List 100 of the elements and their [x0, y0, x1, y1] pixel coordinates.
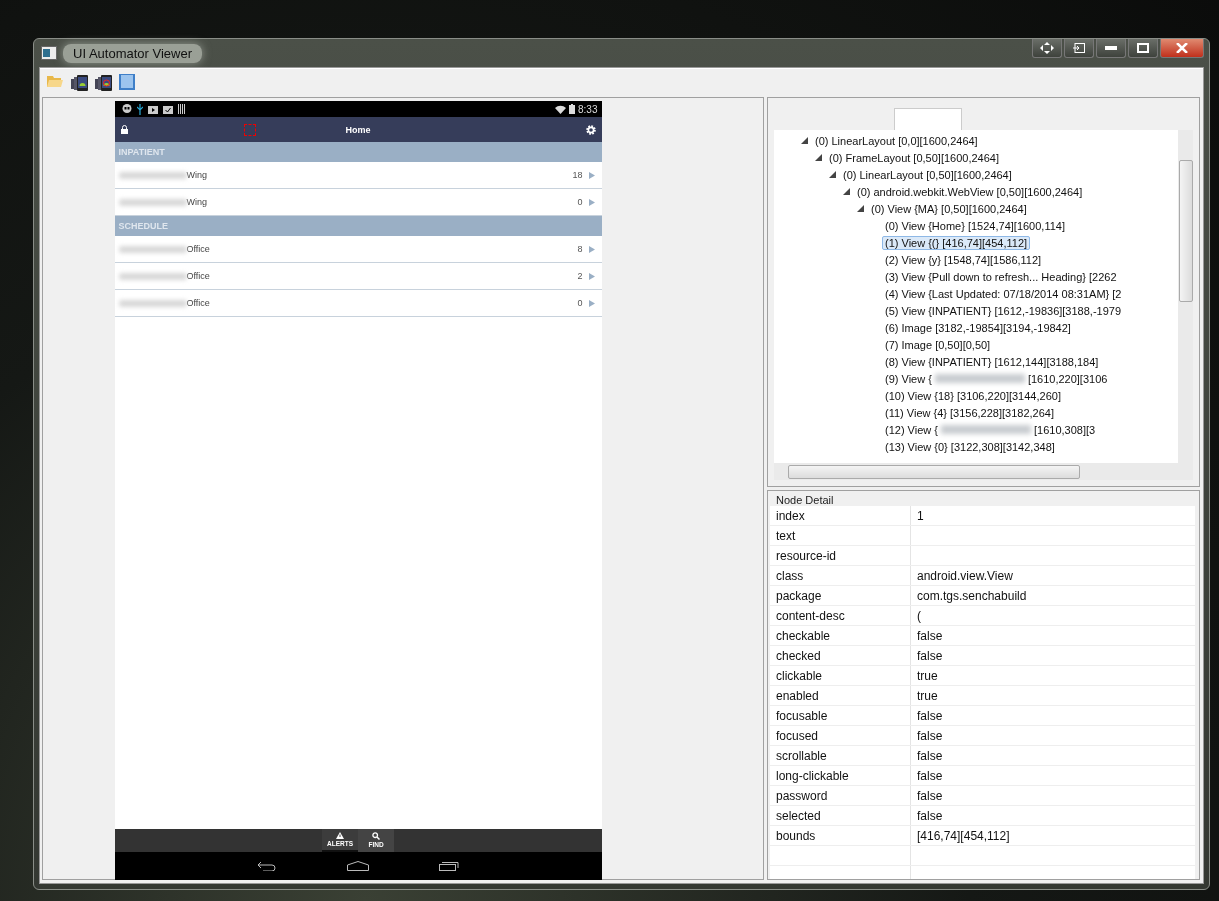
maximize-button[interactable]: [1128, 39, 1158, 58]
chevron-right-icon: [588, 245, 595, 253]
tree-node[interactable]: (13) View {0} [3122,308][3142,348]: [882, 439, 1058, 454]
property-name: focusable: [770, 706, 911, 725]
property-value: false: [916, 747, 944, 765]
row-count: 18: [572, 170, 583, 180]
move-button[interactable]: [1032, 39, 1062, 58]
property-value: android.view.View: [916, 567, 1014, 585]
app-icon: [41, 46, 57, 60]
row-label: Wing: [186, 170, 207, 180]
property-value: true: [916, 687, 939, 705]
home-button[interactable]: [347, 861, 369, 871]
row-count: 8: [577, 244, 583, 254]
phone-android-icon: [71, 74, 89, 92]
close-icon: [1176, 43, 1188, 53]
vertical-scrollbar[interactable]: [1178, 130, 1193, 463]
section-header: INPATIENT: [114, 142, 602, 162]
settings-icon[interactable]: [585, 124, 596, 135]
back-button[interactable]: [257, 861, 277, 871]
expander-icon[interactable]: [856, 205, 864, 212]
phone-android-icon: [95, 74, 113, 92]
property-value: [416,74][454,112]: [916, 827, 1011, 845]
row-count: 0: [577, 197, 583, 207]
barcode-icon: [177, 104, 185, 114]
lock-icon[interactable]: [120, 125, 128, 134]
chevron-right-icon: [588, 171, 595, 179]
property-value: false: [916, 787, 944, 805]
list-row[interactable]: Office 0: [114, 290, 602, 317]
expander-icon[interactable]: [828, 171, 836, 178]
property-value: false: [916, 807, 944, 825]
selection-highlight: [243, 123, 256, 136]
tree-node[interactable]: (9) View { [1610,220][3106: [882, 371, 1111, 386]
tree-node[interactable]: (5) View {INPATIENT} [1612,-19836][3188,-1979: [882, 303, 1125, 318]
property-name: class: [770, 566, 911, 585]
horizontal-scrollbar[interactable]: [774, 463, 1193, 480]
warning-icon: [336, 832, 344, 839]
check-bag-icon: [162, 104, 173, 114]
row-count: 0: [577, 298, 583, 308]
panel-title: Node Detail: [775, 493, 835, 506]
property-name: index: [770, 506, 911, 525]
row-label: Office: [186, 271, 210, 281]
tree-node[interactable]: (1) View {(} [416,74][454,112]: [882, 235, 1031, 250]
property-value: 1: [916, 507, 925, 525]
expander-icon[interactable]: [814, 154, 822, 161]
tree-node[interactable]: (11) View {4} [3156,228][3182,264]: [882, 405, 1057, 420]
property-value: com.tgs.senchabuild: [916, 587, 1028, 605]
property-name: bounds: [770, 826, 911, 845]
property-name: clickable: [770, 666, 911, 685]
tree-node[interactable]: (0) LinearLayout [0,0][1600,2464]: [812, 133, 981, 148]
list-row[interactable]: Office 8: [114, 236, 602, 263]
folder-icon: [47, 74, 63, 87]
chevron-right-icon: [588, 299, 595, 307]
tree-node[interactable]: (3) View {Pull down to refresh... Heading} [2262: [882, 269, 1120, 284]
property-value: false: [916, 767, 944, 785]
tree-node[interactable]: (7) Image [0,50][0,50]: [882, 337, 994, 352]
property-value: false: [916, 647, 944, 665]
row-count: 2: [577, 271, 583, 281]
tree-node[interactable]: (2) View {y} [1548,74][1586,112]: [882, 252, 1045, 267]
tree-node[interactable]: (4) View {Last Updated: 07/18/2014 08:31AM} [2: [882, 286, 1125, 301]
tree-node[interactable]: (12) View { [1610,308][3: [882, 422, 1099, 437]
arrow-into-box-icon: [1073, 43, 1085, 53]
row-label: Office: [186, 244, 210, 254]
minimize-button[interactable]: [1096, 39, 1126, 58]
tree-node[interactable]: (0) View {Home} [1524,74][1600,114]: [882, 218, 1068, 233]
tree-node[interactable]: (10) View {18} [3106,220][3144,260]: [882, 388, 1064, 403]
chat-bubble-icon: [121, 104, 132, 114]
tree-node[interactable]: (8) View {INPATIENT} [1612,144][3188,184]: [882, 354, 1102, 369]
expander-icon[interactable]: [800, 137, 808, 144]
usb-icon: [136, 103, 143, 115]
maximize-icon: [1137, 43, 1149, 53]
close-button[interactable]: [1160, 39, 1204, 58]
property-value: false: [916, 627, 944, 645]
list-row[interactable]: Wing 18: [114, 162, 602, 189]
filter-field[interactable]: [894, 108, 962, 130]
tree-node[interactable]: (0) LinearLayout [0,50][1600,2464]: [840, 167, 1015, 182]
row-label: Wing: [186, 197, 207, 207]
tree-node[interactable]: (0) View {MA} [0,50][1600,2464]: [868, 201, 1030, 216]
dock-button[interactable]: [1064, 39, 1094, 58]
recent-apps-button[interactable]: [439, 861, 459, 871]
search-icon: [372, 831, 380, 840]
list-row[interactable]: Office 2: [114, 263, 602, 290]
property-name: enabled: [770, 686, 911, 705]
property-name: focused: [770, 726, 911, 745]
property-value: true: [916, 667, 939, 685]
device-screenshot-compressed-button[interactable]: [95, 74, 113, 92]
minimize-icon: [1105, 46, 1117, 50]
property-value: false: [916, 727, 944, 745]
move-arrows-icon: [1040, 42, 1054, 54]
chevron-right-icon: [588, 198, 595, 206]
section-header: SCHEDULE: [114, 216, 602, 236]
property-name: password: [770, 786, 911, 805]
play-bag-icon: [147, 104, 158, 114]
tree-node[interactable]: (6) Image [3182,-19854][3194,-19842]: [882, 320, 1074, 335]
row-label: Office: [186, 298, 210, 308]
expander-icon[interactable]: [842, 188, 850, 195]
tree-node[interactable]: (0) android.webkit.WebView [0,50][1600,2464]: [854, 184, 1086, 199]
save-button[interactable]: [119, 74, 137, 92]
device-screenshot-button[interactable]: [71, 74, 89, 92]
tree-node[interactable]: (0) FrameLayout [0,50][1600,2464]: [826, 150, 1002, 165]
property-name: long-clickable: [770, 766, 911, 785]
